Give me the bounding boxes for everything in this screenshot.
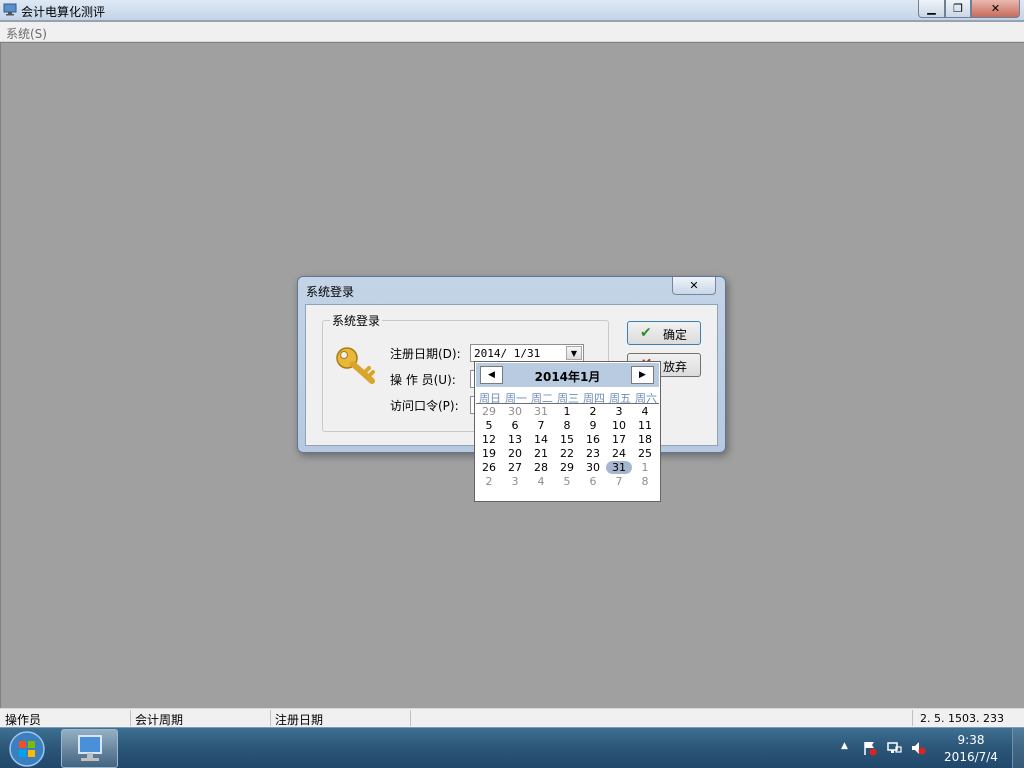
status-reg-date: 注册日期 [275, 713, 324, 727]
calendar-day[interactable]: 30 [502, 405, 528, 418]
calendar-day[interactable]: 17 [606, 433, 632, 446]
calendar-day[interactable]: 3 [606, 405, 632, 418]
volume-muted-icon[interactable] [910, 740, 926, 756]
weekday-label: 周一 [505, 392, 527, 405]
calendar-day[interactable]: 2 [580, 405, 606, 418]
date-value: 2014/ 1/31 [474, 347, 541, 360]
calendar-day[interactable]: 16 [580, 433, 606, 446]
status-period: 会计周期 [135, 713, 184, 727]
calendar-day[interactable]: 3 [502, 475, 528, 488]
key-icon [336, 347, 375, 384]
date-dropdown-button[interactable]: ▼ [566, 346, 582, 360]
calendar-day[interactable]: 11 [632, 419, 658, 432]
weekday-label: 周五 [609, 392, 631, 405]
restore-button[interactable]: ❐ [945, 0, 971, 18]
calendar-day[interactable]: 4 [528, 475, 554, 488]
calendar-day[interactable]: 2 [476, 475, 502, 488]
calendar-day[interactable]: 20 [502, 447, 528, 460]
calendar-day[interactable]: 28 [528, 461, 554, 474]
status-version: 2. 5. 1503. 233 [920, 712, 1004, 725]
status-separator [130, 710, 131, 726]
calendar-day[interactable]: 22 [554, 447, 580, 460]
calendar-day[interactable]: 9 [580, 419, 606, 432]
taskbar-app-button[interactable] [61, 729, 118, 768]
calendar-day[interactable]: 30 [580, 461, 606, 474]
start-button[interactable] [5, 730, 49, 768]
status-separator [410, 710, 411, 726]
dialog-close-button[interactable]: ✕ [672, 277, 716, 295]
calendar-day[interactable]: 5 [476, 419, 502, 432]
weekday-label: 周日 [479, 392, 501, 405]
operator-label: 操 作 员(U): [390, 373, 456, 387]
calendar-day[interactable]: 7 [528, 419, 554, 432]
calendar-day[interactable]: 6 [502, 419, 528, 432]
minimize-button[interactable]: ▁ [918, 0, 945, 18]
calendar-day[interactable]: 1 [554, 405, 580, 418]
cancel-button-label: 放弃 [663, 360, 688, 374]
calendar-day[interactable]: 1 [632, 461, 658, 474]
calendar-day[interactable]: 27 [502, 461, 528, 474]
calendar-day[interactable]: 10 [606, 419, 632, 432]
status-separator [270, 710, 271, 726]
status-operator: 操作员 [5, 713, 42, 727]
calendar-day[interactable]: 24 [606, 447, 632, 460]
statusbar: 操作员 会计周期 注册日期 2. 5. 1503. 233 [0, 708, 1024, 727]
menu-system[interactable]: 系统(S) [6, 25, 47, 42]
calendar-day[interactable]: 19 [476, 447, 502, 460]
groupbox-title: 系统登录 [330, 312, 383, 329]
calendar-day[interactable]: 18 [632, 433, 658, 446]
calendar-day[interactable]: 21 [528, 447, 554, 460]
show-desktop-button[interactable] [1012, 728, 1024, 768]
close-button[interactable]: ✕ [971, 0, 1020, 18]
ok-button-label: 确定 [663, 328, 688, 342]
calendar-day[interactable]: 13 [502, 433, 528, 446]
dialog-title: 系统登录 [306, 285, 355, 299]
window-title: 会计电算化测评 [21, 5, 106, 19]
password-label: 访问口令(P): [390, 399, 459, 413]
clock-date[interactable]: 2016/7/4 [940, 750, 1002, 764]
date-picker[interactable]: 2014/ 1/31 ▼ [470, 344, 584, 362]
weekday-label: 周四 [583, 392, 605, 405]
clock-time[interactable]: 9:38 [940, 733, 1002, 747]
calendar-day[interactable]: 29 [554, 461, 580, 474]
calendar-day[interactable]: 12 [476, 433, 502, 446]
menubar: 系统(S) [0, 22, 1024, 42]
show-hidden-icons-button[interactable]: ▲ [841, 741, 848, 751]
status-separator [912, 710, 913, 726]
calendar-day[interactable]: 6 [580, 475, 606, 488]
action-center-flag-icon[interactable] [862, 740, 878, 756]
calendar-day[interactable]: 31 [528, 405, 554, 418]
calendar-day[interactable]: 8 [554, 419, 580, 432]
calendar-header: ◀ 2014年1月 ▶ [476, 363, 659, 387]
calendar-day[interactable]: 14 [528, 433, 554, 446]
weekday-label: 周三 [557, 392, 579, 405]
window-titlebar[interactable]: 会计电算化测评 ▁ ❐ ✕ [0, 0, 1024, 21]
calendar-dropdown: ◀ 2014年1月 ▶ 周日 周一 周二 周三 周四 周五 周六 29 30 31 1 2 3 4 5 6 7… [474, 361, 661, 502]
weekday-label: 周六 [635, 392, 657, 405]
calendar-day[interactable]: 8 [632, 475, 658, 488]
next-month-button[interactable]: ▶ [631, 366, 654, 384]
taskbar: ▲ 9:38 2016/7/4 [0, 727, 1024, 768]
calendar-day[interactable]: 5 [554, 475, 580, 488]
calendar-day[interactable]: 25 [632, 447, 658, 460]
calendar-day[interactable]: 29 [476, 405, 502, 418]
weekday-label: 周二 [531, 392, 553, 405]
computer-icon [78, 735, 102, 761]
computer-icon [3, 3, 17, 16]
calendar-day[interactable]: 15 [554, 433, 580, 446]
calendar-day[interactable]: 26 [476, 461, 502, 474]
calendar-day[interactable]: 23 [580, 447, 606, 460]
weekday-header: 周日 周一 周二 周三 周四 周五 周六 [476, 390, 659, 405]
network-icon[interactable] [886, 740, 902, 756]
calendar-day[interactable]: 31 [606, 461, 632, 474]
calendar-day[interactable]: 7 [606, 475, 632, 488]
checkmark-icon: ✔ [640, 325, 652, 341]
date-label: 注册日期(D): [390, 347, 461, 361]
calendar-day[interactable]: 4 [632, 405, 658, 418]
ok-button[interactable]: ✔ 确定 [627, 321, 701, 345]
